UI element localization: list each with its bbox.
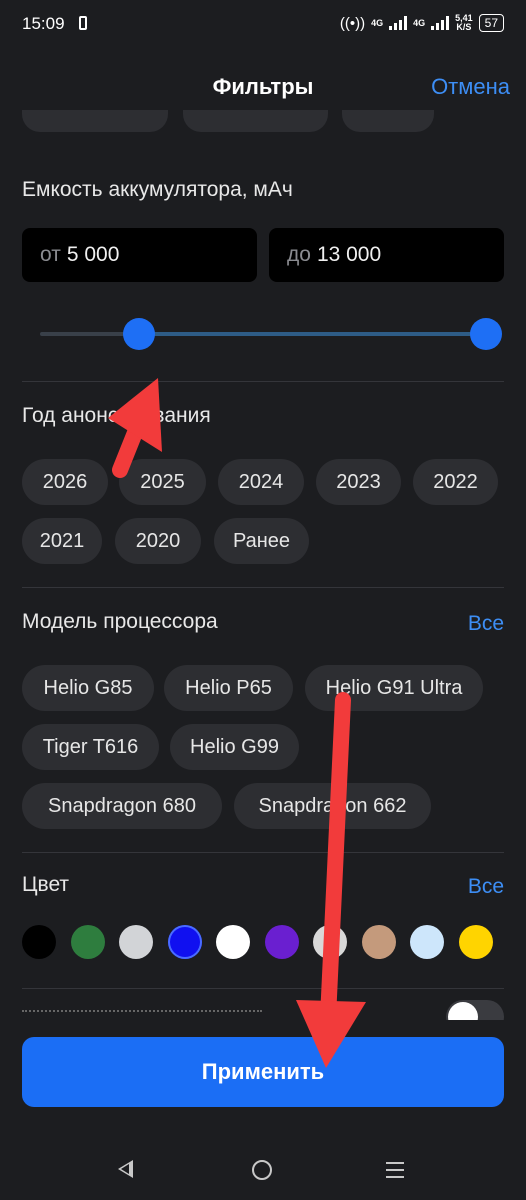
processor-chip[interactable]: Tiger T616 [22,724,159,770]
divider [22,852,504,853]
year-chip-2026[interactable]: 2026 [22,459,108,505]
partial-chip[interactable] [183,110,328,132]
cancel-button[interactable]: Отмена [431,74,510,100]
color-swatch[interactable] [119,925,153,959]
color-swatch[interactable] [70,925,105,959]
phone-icon [79,16,87,30]
battery-slider-range [139,332,486,336]
divider [22,988,504,989]
network-type-2: 4G [413,17,426,28]
year-chip-2023[interactable]: 2023 [316,459,401,505]
year-chip-2024[interactable]: 2024 [218,459,304,505]
color-all-link[interactable]: Все [468,875,504,899]
battery-section-title: Емкость аккумулятора, мАч [22,178,293,201]
status-icons: ((•)) 4G 4G 5,41 K/S 57 [340,14,504,32]
processor-chip[interactable]: Helio G99 [170,724,299,770]
system-nav-bar [0,1140,526,1200]
color-swatch[interactable] [167,925,202,959]
year-chip-earlier[interactable]: Ранее [214,518,309,564]
partial-row-label [22,1010,262,1016]
from-prefix: от [40,243,61,266]
processor-chip[interactable]: Snapdragon 662 [234,783,431,829]
to-value: 13 000 [316,243,382,266]
speed-unit: K/S [456,22,472,32]
color-swatch[interactable] [22,925,56,959]
status-bar: 15:09 ((•)) 4G 4G 5,41 K/S 57 [0,0,526,50]
from-value: 5 000 [66,243,120,266]
color-swatch[interactable] [313,925,347,959]
color-swatch[interactable] [361,925,396,959]
network-type-1: 4G [371,17,384,28]
processor-all-link[interactable]: Все [468,612,504,636]
to-prefix: до [287,243,311,266]
signal-icon-2 [431,16,450,30]
apply-button[interactable]: Применить [22,1037,504,1107]
partial-chip[interactable] [22,110,168,132]
back-icon[interactable] [118,1160,133,1178]
battery-icon: 57 [478,14,504,32]
battery-to-input[interactable]: до 13 000 [269,228,504,282]
color-section-title: Цвет [22,873,70,896]
battery-slider-min-handle[interactable] [123,318,155,350]
color-swatch[interactable] [458,925,493,959]
status-time: 15:09 [22,14,65,33]
processor-chip[interactable]: Helio G85 [22,665,154,711]
battery-from-input[interactable]: от 5 000 [22,228,257,282]
arrow-down-line [320,692,351,1026]
processor-chip[interactable]: Snapdragon 680 [22,783,222,829]
divider [22,381,504,382]
year-chip-2021[interactable]: 2021 [22,518,102,564]
divider [22,587,504,588]
year-chip-2020[interactable]: 2020 [115,518,201,564]
year-section-title: Год анонсирования [22,404,211,427]
color-swatch[interactable] [410,925,444,959]
signal-icon-1 [389,16,408,30]
menu-icon[interactable] [386,1162,404,1183]
header: Фильтры Отмена [0,58,526,114]
color-swatch[interactable] [216,925,250,959]
partial-chip[interactable] [342,110,434,132]
processor-section-title: Модель процессора [22,610,218,633]
filters-screen: 15:09 ((•)) 4G 4G 5,41 K/S 57 Фильтры От… [0,0,526,1200]
year-chip-2025[interactable]: 2025 [119,459,206,505]
network-speed: 5,41 K/S [455,14,473,32]
color-swatch[interactable] [264,925,299,959]
battery-slider-max-handle[interactable] [470,318,502,350]
hotspot-icon: ((•)) [339,14,366,32]
home-icon[interactable] [252,1160,272,1180]
processor-chip[interactable]: Helio P65 [164,665,293,711]
year-chip-2022[interactable]: 2022 [413,459,498,505]
processor-chip[interactable]: Helio G91 Ultra [305,665,483,711]
